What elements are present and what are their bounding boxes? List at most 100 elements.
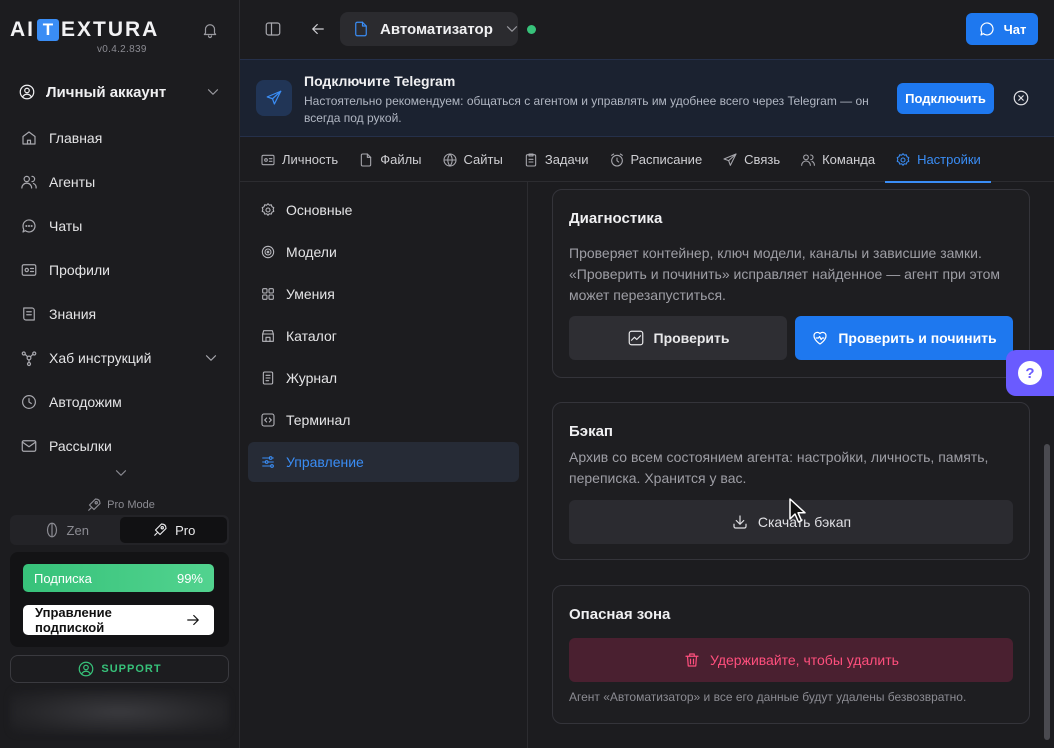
danger-zone-card: Опасная зона Удерживайте, чтобы удалить … [552,585,1030,724]
settings-content: Диагностика Проверяет контейнер, ключ мо… [528,182,1054,748]
home-icon [20,129,38,147]
tasks-icon [523,152,539,168]
settings-nav: Основные Модели Умения Каталог Журнал Те… [240,182,528,748]
settings-item-general[interactable]: Основные [248,190,519,230]
close-icon[interactable] [1012,89,1030,107]
settings-item-models[interactable]: Модели [248,232,519,272]
logo-t-badge: T [37,19,59,41]
sidebar-item-label: Агенты [49,174,96,190]
diagnostics-title: Диагностика [569,210,663,227]
blurred-user-card[interactable] [10,690,229,734]
grid-icon [260,286,276,302]
arrow-right-icon [184,611,202,629]
danger-zone-title: Опасная зона [569,606,671,623]
sidebar-item-mailings[interactable]: Рассылки [20,424,220,468]
help-button[interactable]: ? [1006,350,1054,396]
hub-icon [20,349,38,367]
chat-button-label: Чат [1003,21,1027,37]
sliders-icon [260,454,276,470]
journal-icon [260,370,276,386]
sidebar-item-label: Главная [49,130,103,146]
bell-icon[interactable] [201,21,219,39]
check-button[interactable]: Проверить [569,316,787,360]
chat-button[interactable]: Чат [966,13,1038,45]
sidebar-item-instruction-hub[interactable]: Хаб инструкций [20,336,220,380]
banner-text: Настоятельно рекомендуем: общаться с аге… [304,94,869,125]
account-selector[interactable]: Личный аккаунт [18,80,222,104]
rocket-icon [151,521,169,539]
backup-description: Архив со всем состоянием агента: настрой… [569,449,989,486]
sidebar-item-home[interactable]: Главная [20,116,220,160]
alarm-icon [609,152,625,168]
sidebar-item-autofollowup[interactable]: Автодожим [20,380,220,424]
settings-item-label: Каталог [286,328,337,344]
agent-selector[interactable]: Автоматизатор [340,12,518,46]
team-icon [800,152,816,168]
trash-icon [683,651,701,669]
tab-label: Задачи [544,152,589,167]
chevron-down-icon [503,20,521,38]
sidebar-item-chats[interactable]: Чаты [20,204,220,248]
settings-item-catalog[interactable]: Каталог [248,316,519,356]
mail-icon [20,437,38,455]
pro-mode-label: Pro Mode [107,499,155,511]
connect-telegram-button[interactable]: Подключить [897,83,994,114]
sidebar: AI T EXTURA v0.4.2.839 Личный аккаунт Глав… [0,0,240,748]
tab-tasks[interactable]: Задачи [513,137,599,182]
sidebar-item-label: Знания [49,306,97,322]
tab-label: Сайты [463,152,503,167]
content-scrollbar[interactable] [1044,444,1050,740]
tab-team[interactable]: Команда [790,137,885,182]
document-icon [352,20,370,38]
settings-item-journal[interactable]: Журнал [248,358,519,398]
online-status-dot [527,25,536,34]
subscription-card: Подписка 99% Управление подпиской [10,552,229,647]
app-version: v0.4.2.839 [97,44,147,55]
back-arrow-icon[interactable] [309,20,327,38]
settings-item-skills[interactable]: Умения [248,274,519,314]
app-logo[interactable]: AI T EXTURA [10,18,159,42]
tab-persona[interactable]: Личность [250,137,348,182]
agent-name: Автоматизатор [380,20,493,38]
tab-communication[interactable]: Связь [712,137,790,182]
tab-files[interactable]: Файлы [348,137,431,182]
support-button[interactable]: SUPPORT [10,655,229,683]
tab-label: Личность [282,152,339,167]
tab-settings[interactable]: Настройки [885,137,991,183]
chat-icon [20,217,38,235]
sidebar-item-knowledge[interactable]: Знания [20,292,220,336]
settings-item-management[interactable]: Управление [248,442,519,482]
hold-to-delete-button[interactable]: Удерживайте, чтобы удалить [569,638,1013,682]
sidebar-item-agents[interactable]: Агенты [20,160,220,204]
download-icon [731,513,749,531]
heart-pulse-icon [811,329,829,347]
sidebar-item-label: Профили [49,262,110,278]
banner-title: Подключите Telegram [304,73,456,89]
leaf-icon [43,521,61,539]
support-user-icon [77,660,95,678]
settings-item-terminal[interactable]: Терминал [248,400,519,440]
telegram-banner: Подключите Telegram Настоятельно рекомен… [240,59,1054,137]
mode-pro-label: Pro [175,522,196,538]
tab-schedule[interactable]: Расписание [599,137,713,182]
check-and-fix-label: Проверить и починить [838,330,997,346]
hold-to-delete-label: Удерживайте, чтобы удалить [710,652,899,668]
diagnostics-card: Диагностика Проверяет контейнер, ключ мо… [552,189,1030,378]
model-icon [260,244,276,260]
tab-sites[interactable]: Сайты [432,137,513,182]
manage-subscription-button[interactable]: Управление подпиской [23,605,214,635]
sidebar-nav: Главная Агенты Чаты Профили Знания Хаб и… [20,116,220,468]
mode-zen-button[interactable]: Zen [12,517,120,543]
toggle-sidebar-icon[interactable] [264,20,282,38]
pro-mode-caption: Pro Mode [0,496,240,514]
sidebar-item-profiles[interactable]: Профили [20,248,220,292]
profile-card-icon [20,261,38,279]
diagnostics-description: Проверяет контейнер, ключ модели, каналы… [569,245,1001,303]
settings-item-label: Управление [286,454,364,470]
mouse-cursor-icon [788,497,808,525]
send-icon [722,152,738,168]
sidebar-item-label: Рассылки [49,438,112,454]
mode-pro-button[interactable]: Pro [119,517,227,543]
scroll-down-chevron-icon[interactable] [112,464,130,482]
check-and-fix-button[interactable]: Проверить и починить [795,316,1013,360]
